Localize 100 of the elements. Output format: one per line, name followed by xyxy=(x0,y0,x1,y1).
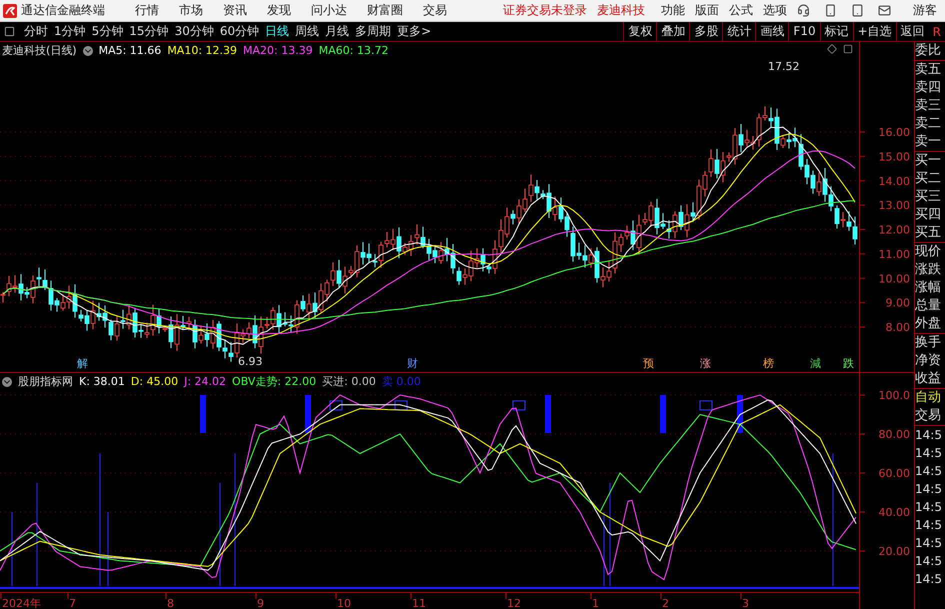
indicator-value: D: 45.00 xyxy=(130,375,178,388)
period-tab[interactable]: 30分钟 xyxy=(172,23,217,40)
axis-label: 15.00 xyxy=(878,150,910,164)
menu-item[interactable]: 财富圈 xyxy=(367,2,403,19)
indicator-value: MA5: 11.66 xyxy=(98,44,162,57)
menu-item[interactable]: 公式 xyxy=(729,2,753,19)
axis-label: 14.00 xyxy=(878,174,910,188)
date-label: 3 xyxy=(742,597,749,609)
period-tab[interactable]: 60分钟 xyxy=(216,23,262,40)
date-label: 8 xyxy=(167,597,174,609)
toolbar-button[interactable]: 标记 xyxy=(820,22,853,41)
panel-toggle-icon[interactable] xyxy=(4,26,15,37)
trade-time: 14:5 xyxy=(915,553,943,570)
axis-label: 13.00 xyxy=(878,199,910,212)
event-marker[interactable]: 涨 xyxy=(700,357,711,370)
date-label: 2024年 xyxy=(2,597,41,609)
menu-item[interactable]: 版面 xyxy=(695,2,719,19)
event-marker[interactable]: 预 xyxy=(643,357,654,370)
axis-label: 10.00 xyxy=(878,272,910,286)
period-tab[interactable]: 周线 xyxy=(292,23,322,40)
quote-label: 换手 xyxy=(915,334,942,352)
axis-label: 40.00 xyxy=(878,506,910,519)
indicator-value: 卖 0.00 xyxy=(382,374,421,389)
dropdown-icon[interactable] xyxy=(82,46,93,56)
event-marker[interactable]: 榜 xyxy=(763,357,774,370)
trade-time: 14:5 xyxy=(915,445,943,462)
quote-label: 收益 xyxy=(915,370,942,388)
menu-item[interactable]: 行情 xyxy=(135,2,159,19)
toolbar-button[interactable]: +自选 xyxy=(852,22,896,41)
period-tab[interactable]: 月线 xyxy=(322,23,352,40)
indicator-value: K: 38.01 xyxy=(79,375,125,388)
period-tab[interactable]: 日线 xyxy=(262,23,292,40)
trade-label[interactable]: 交易 xyxy=(915,407,945,425)
indicator-value: OBV走势: 22.00 xyxy=(232,374,316,389)
quote-label: 涨幅 xyxy=(915,279,942,297)
period-tab[interactable]: 分时 xyxy=(21,23,51,40)
date-label: 1 xyxy=(592,597,599,609)
period-tab[interactable]: 5分钟 xyxy=(88,23,126,40)
period-tab[interactable]: 1分钟 xyxy=(51,23,89,40)
user-label[interactable]: 游客 xyxy=(913,2,937,19)
app-logo-icon xyxy=(3,4,17,18)
period-tab[interactable]: 更多> xyxy=(394,23,434,40)
indicator-name: 股朋指标网 xyxy=(18,374,73,389)
axis-label: 16.00 xyxy=(878,126,910,139)
menu-item[interactable]: 功能 xyxy=(661,2,685,19)
trade-time: 14:5 xyxy=(915,535,943,552)
toolbar-button[interactable]: 叠加 xyxy=(656,22,690,41)
menu-item[interactable]: 市场 xyxy=(179,2,203,19)
menu-item[interactable]: 发现 xyxy=(267,2,291,19)
quote-label: 买四 xyxy=(915,206,942,224)
axis-label: 12.00 xyxy=(878,224,910,236)
menu-item[interactable]: 交易 xyxy=(423,2,447,19)
mail-icon[interactable] xyxy=(878,4,891,17)
trade-time: 14:5 xyxy=(915,463,943,480)
event-marker[interactable]: 财 xyxy=(407,357,418,370)
toolbar-button[interactable]: 多股 xyxy=(689,22,722,41)
event-marker[interactable]: 減 xyxy=(810,357,821,370)
indicator-value: MA20: 13.39 xyxy=(243,44,313,57)
event-marker[interactable]: 跌 xyxy=(843,357,854,370)
date-label: 10 xyxy=(337,597,351,609)
quote-label: 卖三 xyxy=(915,97,942,115)
toolbar-button[interactable]: 返回 xyxy=(896,22,929,41)
headset-icon[interactable] xyxy=(797,4,810,17)
tablet-icon[interactable] xyxy=(851,4,864,17)
event-marker[interactable]: 解 xyxy=(77,357,88,370)
menu-item[interactable]: 问小达 xyxy=(311,2,347,19)
period-tab[interactable]: 15分钟 xyxy=(126,23,172,40)
trade-time: 14:5 xyxy=(915,571,943,588)
quote-label: 卖四 xyxy=(915,79,942,97)
trade-time: 14:5 xyxy=(915,481,943,498)
quote-label: 卖二 xyxy=(915,115,942,133)
period-tab[interactable]: 多周期 xyxy=(352,23,394,40)
date-label: 11 xyxy=(412,597,426,609)
quote-label: 买五 xyxy=(915,224,942,242)
dropdown-icon[interactable] xyxy=(2,376,12,386)
axis-label: 100.0 xyxy=(878,389,910,402)
trade-time: 14:5 xyxy=(915,517,943,534)
panel-toggle-icon[interactable] xyxy=(843,44,853,54)
trade-time: 14:5 xyxy=(915,499,943,516)
menu-item[interactable]: 资讯 xyxy=(223,2,247,19)
quote-label: 买一 xyxy=(915,152,942,170)
quote-label: 涨跌 xyxy=(915,261,942,279)
toolbar-button[interactable]: 画线 xyxy=(755,22,788,41)
toolbar-button[interactable]: 统计 xyxy=(722,22,756,41)
axis-label: 20.00 xyxy=(878,545,910,558)
indicator-value: MA60: 13.72 xyxy=(318,44,388,57)
menu-item[interactable]: 选项 xyxy=(763,2,787,19)
low-price-label: 6.93 xyxy=(238,355,262,368)
diamond-icon[interactable] xyxy=(827,44,837,54)
quote-label: 买二 xyxy=(915,170,942,188)
phone-icon[interactable] xyxy=(824,4,837,17)
toolbar-button[interactable]: F10 xyxy=(788,22,820,41)
toolbar-button[interactable]: 复权 xyxy=(623,22,656,41)
quote-label: 买三 xyxy=(915,188,942,206)
app-title: 通达信金融终端 xyxy=(21,2,105,19)
quote-label: 外盘 xyxy=(915,315,942,333)
quote-label: 净资 xyxy=(915,352,942,370)
quote-label: 卖一 xyxy=(915,133,942,151)
auto-trade-label[interactable]: 自动 xyxy=(915,389,945,407)
quote-label: 总量 xyxy=(915,297,942,315)
